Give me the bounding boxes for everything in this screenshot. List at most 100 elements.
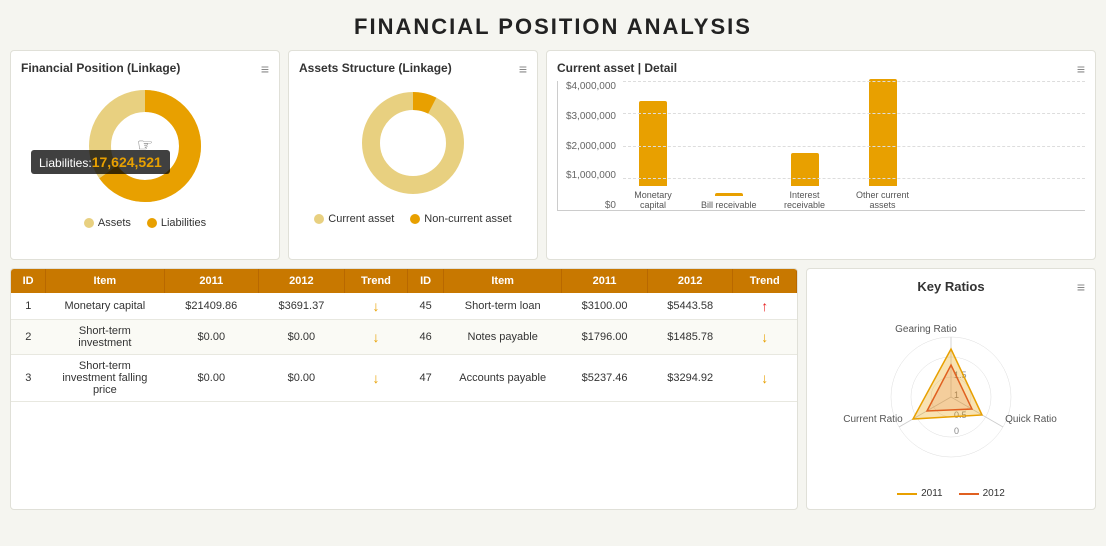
y-label-2m: $2,000,000: [558, 141, 616, 152]
cell-trend-1-2: ↓: [344, 320, 408, 355]
top-row: Financial Position (Linkage) ≡ ☞ Liabili…: [0, 50, 1106, 268]
bar-monetary: Monetary capital: [623, 101, 683, 210]
y-label-1m: $1,000,000: [558, 170, 616, 181]
table-row: 1 Monetary capital $21409.86 $3691.37 ↓ …: [11, 293, 797, 320]
financial-tooltip: Liabilities:17,624,521: [31, 150, 170, 174]
data-table: ID Item 2011 2012 Trend ID Item 2011 201…: [11, 269, 797, 402]
cell-2012-2-2: $1485.78: [647, 320, 733, 355]
cell-id-2-2: 46: [408, 320, 444, 355]
cell-item-1-3: Short-term investment falling price: [46, 355, 164, 402]
assets-label: Assets: [98, 217, 131, 229]
legend-current-asset: Current asset: [314, 213, 394, 225]
trend-arrow-down: ↓: [372, 298, 379, 314]
cell-trend-2-1: ↑: [733, 293, 797, 320]
cell-id-2-3: 47: [408, 355, 444, 402]
assets-donut-container: Current asset Non-current asset: [299, 83, 527, 225]
trend-arrow-down: ↓: [761, 329, 768, 345]
bar-monetary-label: Monetary capital: [623, 190, 683, 210]
legend-non-current-asset: Non-current asset: [410, 213, 511, 225]
radar-chart-container: 1.5 1 0.5 0: [817, 302, 1085, 482]
bar-bill-rect: [715, 193, 743, 196]
assets-structure-menu[interactable]: ≡: [519, 61, 527, 77]
y-axis-labels: $4,000,000 $3,000,000 $2,000,000 $1,000,…: [558, 81, 620, 211]
bar-bill: Bill receivable: [701, 193, 757, 210]
cell-item-1-2: Short-term investment: [46, 320, 164, 355]
current-asset-menu[interactable]: ≡: [1077, 61, 1085, 77]
bar-other-rect: [869, 79, 897, 186]
trend-arrow-down: ↓: [372, 329, 379, 345]
assets-dot: [84, 218, 94, 228]
legend-2012-label: 2012: [983, 488, 1005, 499]
cell-trend-1-3: ↓: [344, 355, 408, 402]
assets-legend: Current asset Non-current asset: [314, 213, 511, 225]
cell-2011-1-3: $0.00: [164, 355, 259, 402]
legend-line-2012: [959, 493, 979, 495]
financial-donut-chart: ☞: [65, 81, 225, 211]
page-title: FINANCIAL POSITION ANALYSIS: [0, 0, 1106, 50]
cell-2011-1-1: $21409.86: [164, 293, 259, 320]
tooltip-value: 17,624,521: [92, 154, 162, 170]
radar-label-quick: Quick Ratio: [1005, 414, 1057, 425]
col-2012-2: 2012: [647, 269, 733, 293]
tooltip-label: Liabilities:: [39, 156, 92, 170]
y-label-3m: $3,000,000: [558, 111, 616, 122]
bar-interest-rect: [791, 153, 819, 186]
non-current-dot: [410, 214, 420, 224]
trend-arrow-down: ↓: [761, 370, 768, 386]
cell-2011-2-2: $1796.00: [562, 320, 648, 355]
financial-position-menu[interactable]: ≡: [261, 61, 269, 77]
current-asset-label: Current asset: [328, 213, 394, 225]
bar-interest-label: Interest receivable: [775, 190, 835, 210]
cell-2012-1-2: $0.00: [259, 320, 345, 355]
assets-structure-panel: Assets Structure (Linkage) ≡ Current ass…: [288, 50, 538, 260]
key-ratios-panel: ≡ Key Ratios 1.5: [806, 268, 1096, 510]
ratio-legend: 2011 2012: [817, 488, 1085, 499]
cell-2012-2-1: $5443.58: [647, 293, 733, 320]
table-panel: ID Item 2011 2012 Trend ID Item 2011 201…: [10, 268, 798, 510]
cell-2012-2-3: $3294.92: [647, 355, 733, 402]
assets-donut-chart: [343, 83, 483, 203]
bottom-row: ID Item 2011 2012 Trend ID Item 2011 201…: [0, 268, 1106, 518]
legend-item-assets: Assets: [84, 217, 131, 229]
col-trend-2: Trend: [733, 269, 797, 293]
bar-other: Other current assets: [853, 79, 913, 210]
bar-chart-inner: $4,000,000 $3,000,000 $2,000,000 $1,000,…: [557, 81, 1085, 211]
col-id-2: ID: [408, 269, 444, 293]
legend-2011-label: 2011: [921, 488, 943, 499]
bar-interest: Interest receivable: [775, 153, 835, 210]
ratio-legend-2012: 2012: [959, 488, 1005, 499]
ratio-legend-2011: 2011: [897, 488, 943, 499]
col-trend-1: Trend: [344, 269, 408, 293]
cell-id-1-2: 2: [11, 320, 46, 355]
key-ratios-menu[interactable]: ≡: [1077, 279, 1085, 295]
col-2012-1: 2012: [259, 269, 345, 293]
key-ratios-title: Key Ratios: [817, 279, 1085, 294]
cell-trend-2-2: ↓: [733, 320, 797, 355]
cell-trend-1-1: ↓: [344, 293, 408, 320]
current-asset-panel: Current asset | Detail ≡ $4,000,000 $3,0…: [546, 50, 1096, 260]
financial-donut-container: ☞ Liabilities:17,624,521 Assets Liabilit…: [21, 81, 269, 229]
grid-line-2m: [623, 146, 1085, 147]
cell-2011-2-3: $5237.46: [562, 355, 648, 402]
cell-id-2-1: 45: [408, 293, 444, 320]
financial-legend: Assets Liabilities: [84, 217, 206, 229]
current-asset-title: Current asset | Detail: [557, 61, 1085, 75]
svg-text:0: 0: [954, 426, 959, 436]
current-asset-dot: [314, 214, 324, 224]
cell-item-1-1: Monetary capital: [46, 293, 164, 320]
assets-structure-title: Assets Structure (Linkage): [299, 61, 527, 75]
financial-position-title: Financial Position (Linkage): [21, 61, 269, 75]
y-label-4m: $4,000,000: [558, 81, 616, 92]
grid-line-top: [623, 81, 1085, 82]
cell-item-2-1: Short-term loan: [444, 293, 562, 320]
cell-2012-1-3: $0.00: [259, 355, 345, 402]
bar-bill-label: Bill receivable: [701, 200, 757, 210]
header-row: ID Item 2011 2012 Trend ID Item 2011 201…: [11, 269, 797, 293]
col-2011-2: 2011: [562, 269, 648, 293]
bar-chart: $4,000,000 $3,000,000 $2,000,000 $1,000,…: [557, 81, 1085, 241]
table-row: 2 Short-term investment $0.00 $0.00 ↓ 46…: [11, 320, 797, 355]
cell-id-1-1: 1: [11, 293, 46, 320]
table-row: 3 Short-term investment falling price $0…: [11, 355, 797, 402]
non-current-label: Non-current asset: [424, 213, 511, 225]
cell-2011-2-1: $3100.00: [562, 293, 648, 320]
